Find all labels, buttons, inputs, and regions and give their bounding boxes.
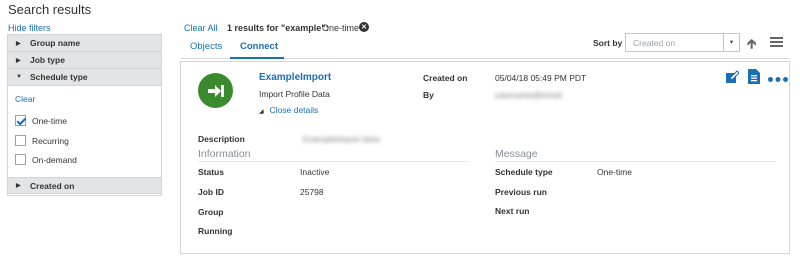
- description-value: ExampleImport desc: [303, 134, 381, 144]
- import-job-icon: [198, 73, 233, 108]
- checkbox-recurring[interactable]: [15, 135, 26, 146]
- collapsed-triangle-icon: ▶: [16, 183, 21, 189]
- checkbox-on-demand[interactable]: [15, 154, 26, 165]
- option-one-time[interactable]: One-time: [15, 115, 67, 126]
- hide-filters-link[interactable]: Hide filters: [8, 23, 51, 33]
- schedule-type-value: One-time: [597, 167, 632, 177]
- sort-select[interactable]: Created on ▼: [625, 33, 740, 52]
- facet-label: Job type: [30, 55, 65, 65]
- sort-label: Sort by: [593, 38, 623, 48]
- status-label: Status: [198, 167, 224, 177]
- facet-schedule-type[interactable]: ▼ Schedule type: [8, 69, 161, 86]
- list-view-icon[interactable]: [770, 37, 783, 49]
- page-title: Search results: [8, 2, 92, 17]
- information-divider: [198, 161, 468, 162]
- more-actions-icon[interactable]: [768, 74, 788, 84]
- option-label: On-demand: [32, 154, 77, 165]
- facet-label: Schedule type: [30, 72, 88, 82]
- created-on-value: 05/04/18 05:49 PM PDT: [495, 73, 587, 83]
- schedule-type-options: Clear One-time Recurring On-demand: [8, 86, 161, 177]
- group-label: Group: [198, 207, 224, 217]
- previous-run-label: Previous run: [495, 187, 547, 197]
- created-on-label: Created on: [423, 73, 468, 83]
- checkbox-one-time[interactable]: [15, 115, 26, 126]
- edit-icon[interactable]: [725, 70, 740, 86]
- remove-filter-icon[interactable]: ✕: [359, 22, 369, 32]
- clear-all-link[interactable]: Clear All: [184, 23, 218, 33]
- description-label: Description: [198, 134, 245, 144]
- option-label: Recurring: [32, 135, 69, 146]
- message-divider: [495, 161, 775, 162]
- facet-created-on[interactable]: ▶ Created on: [8, 177, 161, 194]
- facet-label: Group name: [30, 38, 81, 48]
- close-details-label: Close details: [269, 105, 319, 115]
- copy-document-icon[interactable]: [748, 69, 760, 86]
- collapsed-triangle-icon: ▶: [16, 57, 21, 64]
- collapsed-triangle-icon: ▶: [16, 40, 21, 47]
- sort-ascending-icon[interactable]: 🡱: [747, 35, 756, 57]
- facet-job-type[interactable]: ▶ Job type: [8, 52, 161, 69]
- expanded-triangle-icon: ◢: [259, 109, 264, 115]
- job-subtitle: Import Profile Data: [259, 89, 330, 99]
- clear-filter-link[interactable]: Clear: [15, 94, 35, 104]
- status-value: Inactive: [300, 167, 330, 177]
- next-run-label: Next run: [495, 206, 530, 216]
- expanded-triangle-icon: ▼: [16, 74, 22, 80]
- filters-panel: ▶ Group name ▶ Job type ▼ Schedule type …: [7, 34, 162, 196]
- tab-objects[interactable]: Objects: [190, 41, 222, 52]
- job-id-label: Job ID: [198, 187, 224, 197]
- results-count: 1 results for "example":: [227, 23, 329, 33]
- active-filter-label: One-time: [322, 23, 360, 33]
- message-title: Message: [495, 148, 538, 160]
- job-id-value: 25798: [300, 187, 324, 197]
- sort-select-value: Created on: [633, 37, 676, 48]
- active-tab-indicator: [230, 57, 284, 59]
- option-on-demand[interactable]: On-demand: [15, 154, 77, 165]
- tab-connect[interactable]: Connect: [240, 41, 278, 52]
- close-details-link[interactable]: ◢ Close details: [259, 105, 318, 115]
- by-value: username@email: [495, 90, 562, 100]
- option-recurring[interactable]: Recurring: [15, 135, 69, 146]
- option-label: One-time: [32, 115, 67, 126]
- running-label: Running: [198, 226, 233, 236]
- facet-label: Created on: [30, 180, 75, 191]
- job-name-link[interactable]: ExampleImport: [259, 72, 331, 83]
- information-title: Information: [198, 148, 251, 160]
- by-label: By: [423, 90, 434, 100]
- facet-group-name[interactable]: ▶ Group name: [8, 35, 161, 52]
- schedule-type-label: Schedule type: [495, 167, 553, 177]
- chevron-down-icon: ▼: [723, 34, 739, 51]
